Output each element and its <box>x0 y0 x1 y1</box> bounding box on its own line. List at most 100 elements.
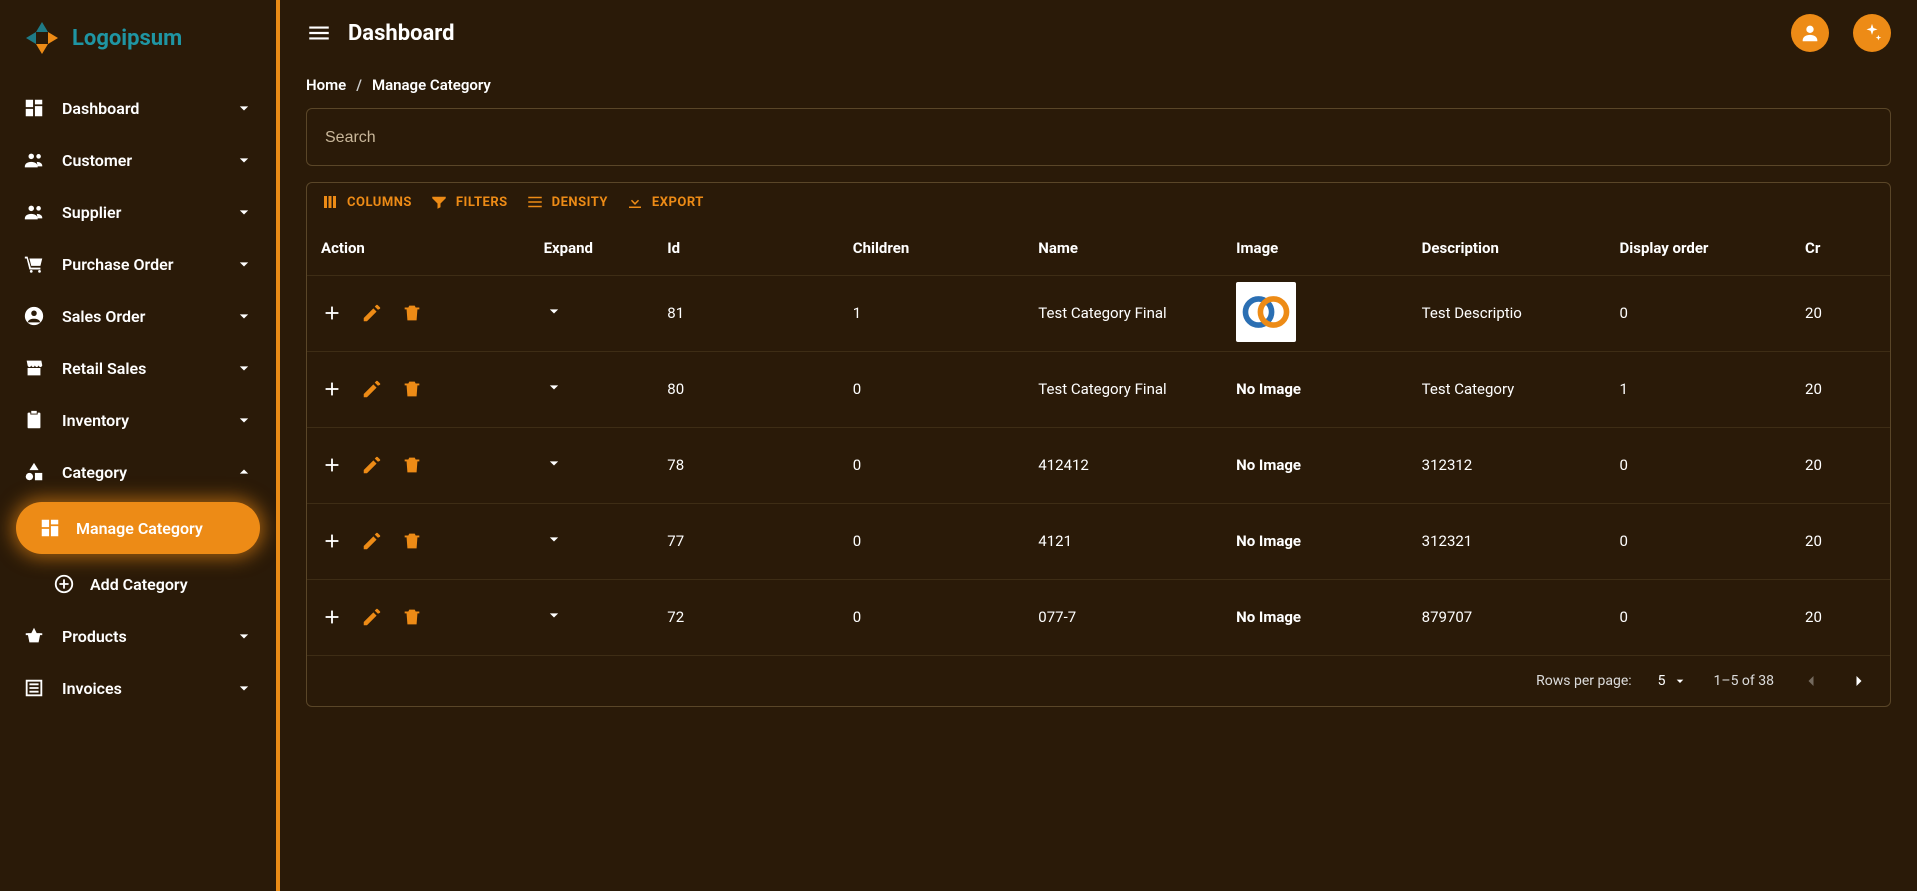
add-icon[interactable] <box>321 606 343 628</box>
table-row: 720077-7No Image879707020 <box>307 579 1890 655</box>
cell-children: 0 <box>839 351 1025 427</box>
col-image[interactable]: Image <box>1222 221 1408 275</box>
expand-row-icon[interactable] <box>544 301 566 323</box>
col-expand[interactable]: Expand <box>530 221 654 275</box>
add-icon[interactable] <box>321 454 343 476</box>
cell-image: No Image <box>1222 351 1408 427</box>
cell-image: No Image <box>1222 503 1408 579</box>
edit-icon[interactable] <box>361 530 383 552</box>
prev-page-button[interactable] <box>1800 670 1822 692</box>
chevron-down-icon <box>234 306 254 326</box>
cell-created: 20 <box>1791 351 1890 427</box>
sidebar-item-customer[interactable]: Customer <box>0 134 276 186</box>
density-button[interactable]: DENSITY <box>526 193 608 211</box>
search-container <box>306 108 1891 166</box>
cell-name: 412412 <box>1024 427 1222 503</box>
edit-icon[interactable] <box>361 302 383 324</box>
cell-id: 72 <box>653 579 839 655</box>
cell-name: 4121 <box>1024 503 1222 579</box>
col-display-order[interactable]: Display order <box>1606 221 1792 275</box>
add-icon[interactable] <box>321 302 343 324</box>
cell-description: Test Category <box>1408 351 1606 427</box>
sidebar: Logoipsum DashboardCustomerSupplierPurch… <box>0 0 280 891</box>
col-id[interactable]: Id <box>653 221 839 275</box>
next-page-button[interactable] <box>1848 670 1870 692</box>
sidebar-item-label: Retail Sales <box>62 359 218 378</box>
col-name[interactable]: Name <box>1024 221 1222 275</box>
delete-icon[interactable] <box>401 606 423 628</box>
filters-button[interactable]: FILTERS <box>430 193 508 211</box>
col-action[interactable]: Action <box>307 221 530 275</box>
chevron-down-icon <box>234 678 254 698</box>
download-icon <box>626 193 644 211</box>
page-title: Dashboard <box>348 21 1767 46</box>
columns-button[interactable]: COLUMNS <box>321 193 412 211</box>
sidebar-item-label: Sales Order <box>62 307 218 326</box>
rows-per-page-value: 5 <box>1658 673 1666 689</box>
breadcrumb-home-link[interactable]: Home <box>306 76 346 94</box>
edit-icon[interactable] <box>361 454 383 476</box>
edit-icon[interactable] <box>361 378 383 400</box>
expand-row-icon[interactable] <box>544 529 566 551</box>
col-description[interactable]: Description <box>1408 221 1606 275</box>
cell-children: 0 <box>839 503 1025 579</box>
delete-icon[interactable] <box>401 378 423 400</box>
sidebar-item-category[interactable]: Category <box>0 446 276 498</box>
account-icon <box>22 304 46 328</box>
page-range: 1–5 of 38 <box>1714 673 1774 689</box>
add-icon[interactable] <box>321 530 343 552</box>
delete-icon[interactable] <box>401 530 423 552</box>
data-grid: Action Expand Id Children Name Image Des… <box>307 221 1890 655</box>
cell-display-order: 1 <box>1606 351 1792 427</box>
chevron-down-icon <box>234 254 254 274</box>
export-button[interactable]: EXPORT <box>626 193 704 211</box>
add-icon[interactable] <box>321 378 343 400</box>
cell-created: 20 <box>1791 275 1890 351</box>
cell-created: 20 <box>1791 503 1890 579</box>
cell-description: 879707 <box>1408 579 1606 655</box>
sidebar-item-products[interactable]: Products <box>0 610 276 662</box>
cell-display-order: 0 <box>1606 427 1792 503</box>
export-label: EXPORT <box>652 195 704 210</box>
edit-icon[interactable] <box>361 606 383 628</box>
sidebar-subitem-add-category[interactable]: Add Category <box>0 558 276 610</box>
sidebar-item-dashboard[interactable]: Dashboard <box>0 82 276 134</box>
no-image-label: No Image <box>1236 608 1301 626</box>
cell-display-order: 0 <box>1606 503 1792 579</box>
sidebar-subitem-label: Add Category <box>90 575 188 594</box>
chevron-down-icon <box>234 626 254 646</box>
cell-id: 77 <box>653 503 839 579</box>
sidebar-item-purchase-order[interactable]: Purchase Order <box>0 238 276 290</box>
expand-row-icon[interactable] <box>544 605 566 627</box>
expand-row-icon[interactable] <box>544 377 566 399</box>
dashboard-icon <box>22 96 46 120</box>
cell-image: No Image <box>1222 427 1408 503</box>
sparkle-button[interactable] <box>1853 14 1891 52</box>
sidebar-item-supplier[interactable]: Supplier <box>0 186 276 238</box>
filters-label: FILTERS <box>456 195 508 210</box>
col-children[interactable]: Children <box>839 221 1025 275</box>
sidebar-subitem-label: Manage Category <box>76 519 203 538</box>
delete-icon[interactable] <box>401 302 423 324</box>
breadcrumb: Home / Manage Category <box>306 76 1891 108</box>
sidebar-item-inventory[interactable]: Inventory <box>0 394 276 446</box>
table-row: 780412412No Image312312020 <box>307 427 1890 503</box>
menu-toggle-icon[interactable] <box>306 20 332 46</box>
chevron-down-icon <box>234 150 254 170</box>
sidebar-item-sales-order[interactable]: Sales Order <box>0 290 276 342</box>
col-created[interactable]: Cr <box>1791 221 1890 275</box>
content-area: Home / Manage Category COLUMNS FILTERS D… <box>280 66 1917 891</box>
table-panel: COLUMNS FILTERS DENSITY EXPORT <box>306 182 1891 707</box>
table-row: 800Test Category FinalNo ImageTest Categ… <box>307 351 1890 427</box>
expand-row-icon[interactable] <box>544 453 566 475</box>
cell-description: Test Descriptio <box>1408 275 1606 351</box>
profile-button[interactable] <box>1791 14 1829 52</box>
sidebar-subitem-manage-category[interactable]: Manage Category <box>16 502 260 554</box>
sidebar-item-invoices[interactable]: Invoices <box>0 662 276 714</box>
search-input[interactable] <box>325 129 1872 147</box>
density-label: DENSITY <box>552 195 608 210</box>
sidebar-item-retail-sales[interactable]: Retail Sales <box>0 342 276 394</box>
rows-per-page-select[interactable]: 5 <box>1658 673 1688 689</box>
delete-icon[interactable] <box>401 454 423 476</box>
brand-logo: Logoipsum <box>0 18 276 82</box>
